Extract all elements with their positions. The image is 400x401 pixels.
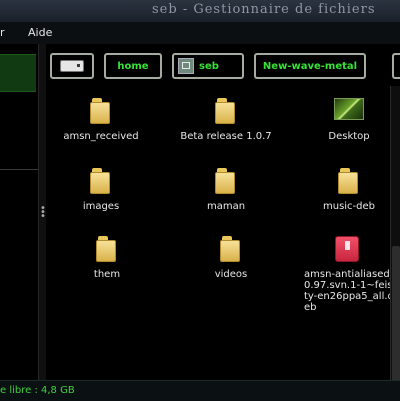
side-pane[interactable] bbox=[0, 44, 38, 380]
path-button-home[interactable]: home bbox=[104, 53, 162, 79]
path-button-new-wave-metal[interactable]: New-wave-metal bbox=[254, 53, 366, 79]
file-item-beta-release[interactable]: Beta release 1.0.7 bbox=[171, 96, 281, 142]
folder-icon bbox=[88, 96, 114, 126]
file-label: images bbox=[82, 201, 120, 212]
file-item-amsn-deb-package[interactable]: amsn-antialiased_0.97.svn.1-1~feisty-en2… bbox=[304, 234, 396, 313]
file-label: amsn-antialiased_0.97.svn.1-1~feisty-en2… bbox=[304, 269, 395, 313]
vertical-scrollbar[interactable] bbox=[390, 86, 400, 396]
file-item-images[interactable]: images bbox=[46, 166, 156, 212]
path-scroll-right-button[interactable] bbox=[392, 53, 400, 79]
file-item-maman[interactable]: maman bbox=[171, 166, 281, 212]
file-label: music-deb bbox=[322, 201, 376, 212]
menu-item-help[interactable]: Aide bbox=[28, 26, 52, 39]
scrollbar-thumb[interactable] bbox=[392, 246, 400, 396]
package-icon bbox=[334, 234, 360, 264]
folder-icon bbox=[94, 234, 120, 264]
file-item-desktop[interactable]: Desktop bbox=[294, 96, 400, 142]
path-button-root[interactable] bbox=[50, 53, 94, 79]
folder-icon bbox=[213, 166, 239, 196]
path-button-label: New-wave-metal bbox=[262, 60, 358, 72]
folder-icon bbox=[218, 234, 244, 264]
file-item-videos[interactable]: videos bbox=[176, 234, 286, 280]
side-pane-divider bbox=[0, 169, 38, 170]
file-item-them[interactable]: them bbox=[52, 234, 162, 280]
window-title: seb - Gestionnaire de fichiers bbox=[152, 2, 376, 17]
path-button-seb[interactable]: seb bbox=[172, 53, 244, 79]
path-button-label: home bbox=[117, 60, 149, 72]
folder-icon bbox=[213, 96, 239, 126]
title-bar: seb - Gestionnaire de fichiers bbox=[0, 0, 400, 23]
file-item-music-deb[interactable]: music-deb bbox=[294, 166, 400, 212]
folder-icon bbox=[88, 166, 114, 196]
drive-icon bbox=[60, 60, 84, 72]
home-folder-icon bbox=[178, 58, 194, 74]
path-button-label: seb bbox=[199, 60, 219, 72]
file-label: videos bbox=[214, 269, 248, 280]
status-bar: e libre : 4,8 GB bbox=[0, 380, 400, 401]
path-bar: home seb New-wave-metal bbox=[46, 44, 400, 86]
menu-item-tools[interactable]: r bbox=[0, 26, 5, 39]
file-label: amsn_received bbox=[63, 131, 139, 142]
folder-icon bbox=[336, 166, 362, 196]
file-label: maman bbox=[206, 201, 246, 212]
file-label: Beta release 1.0.7 bbox=[180, 131, 272, 142]
file-label: Desktop bbox=[328, 131, 370, 142]
menu-bar: r Aide bbox=[0, 22, 400, 44]
desktop-icon bbox=[334, 96, 364, 126]
file-view[interactable]: amsn_received Beta release 1.0.7 Desktop… bbox=[46, 86, 395, 380]
side-pane-selected-item[interactable] bbox=[0, 54, 36, 92]
file-label: them bbox=[93, 269, 121, 280]
file-item-amsn-received[interactable]: amsn_received bbox=[46, 96, 156, 142]
free-space-text: e libre : 4,8 GB bbox=[0, 385, 75, 396]
